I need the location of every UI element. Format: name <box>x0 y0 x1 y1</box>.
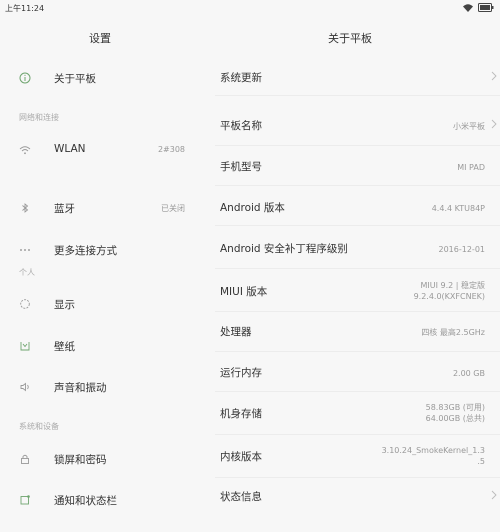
row-value: 2.00 GB <box>452 369 485 378</box>
row-value-line: .5 <box>477 457 485 466</box>
sidebar-item-label: 更多连接方式 <box>54 245 117 257</box>
sidebar-item-bluetooth[interactable]: 蓝牙 已关闭 <box>0 193 200 223</box>
row-value: 58.83GB (可用) 64.00GB (总共) <box>426 402 485 424</box>
sidebar-item-notifications[interactable]: 通知和状态栏 <box>0 485 200 515</box>
row-value-line: MIUI 9.2 | 稳定版 <box>420 281 485 290</box>
chevron-right-icon <box>491 119 497 129</box>
android-version-row: Android 版本 4.4.4 KTU84P <box>215 186 500 226</box>
sidebar-item-label: 壁纸 <box>54 341 75 353</box>
miui-version-row: MIUI 版本 MIUI 9.2 | 稳定版 9.2.4.0(KXFCNEK) <box>215 269 500 312</box>
status-info-row[interactable]: 状态信息 <box>215 478 500 518</box>
row-value: MIUI 9.2 | 稳定版 9.2.4.0(KXFCNEK) <box>414 280 485 302</box>
speaker-icon <box>20 382 29 392</box>
settings-title: 设置 <box>89 32 111 45</box>
row-label: Android 安全补丁程序级别 <box>220 243 348 255</box>
notification-icon <box>20 495 30 505</box>
sidebar-item-label: WLAN <box>54 143 86 155</box>
row-value-line: 58.83GB (可用) <box>425 403 485 412</box>
row-value: 2016-12-01 <box>438 245 486 254</box>
sidebar-item-label: 通知和状态栏 <box>54 495 117 507</box>
sidebar-item-label: 锁屏和密码 <box>54 454 107 466</box>
sidebar-item-label: 声音和振动 <box>54 382 107 394</box>
storage-row: 机身存储 58.83GB (可用) 64.00GB (总共) <box>215 392 500 435</box>
sidebar-item-label: 显示 <box>54 299 75 311</box>
bluetooth-value: 已关闭 <box>161 204 185 213</box>
row-value-line: 9.2.4.0(KXFCNEK) <box>413 292 485 301</box>
row-label: 内核版本 <box>220 451 262 463</box>
row-label: 平板名称 <box>220 120 262 132</box>
system-update-row[interactable]: 系统更新 <box>215 56 500 96</box>
sidebar-item-lockscreen[interactable]: 锁屏和密码 <box>0 444 200 474</box>
sidebar-item-sound[interactable]: 声音和振动 <box>0 372 200 402</box>
section-header-network: 网络和连接 <box>19 113 59 122</box>
bluetooth-icon <box>22 203 29 213</box>
row-value: 四核 最高2.5GHz <box>421 328 485 337</box>
wifi-icon <box>19 146 31 155</box>
status-time: 上午11:24 <box>5 4 45 13</box>
row-label: MIUI 版本 <box>220 286 268 298</box>
processor-row: 处理器 四核 最高2.5GHz <box>215 312 500 352</box>
row-value: 3.10.24_SmokeKernel_1.3 .5 <box>382 445 485 467</box>
row-label: 处理器 <box>220 326 252 338</box>
lock-icon <box>21 454 29 464</box>
device-name-row[interactable]: 平板名称 小米平板 <box>215 106 500 146</box>
chevron-right-icon <box>491 71 497 81</box>
row-label: 手机型号 <box>220 161 262 173</box>
sidebar-item-label: 关于平板 <box>54 73 96 85</box>
settings-list-pane: 设置 关于平板 网络和连接 WLAN 2#308 蓝牙 已关闭 更多连接方式 个… <box>0 18 200 532</box>
sidebar-item-display[interactable]: 显示 <box>0 289 200 319</box>
status-bar: 上午11:24 <box>0 0 500 18</box>
row-value-line: 64.00GB (总共) <box>425 414 485 423</box>
row-label: 系统更新 <box>220 72 262 84</box>
info-icon <box>19 72 31 84</box>
security-patch-row: Android 安全补丁程序级别 2016-12-01 <box>215 226 500 269</box>
sidebar-item-wallpaper[interactable]: 壁纸 <box>0 331 200 361</box>
wlan-value: 2#308 <box>157 145 185 154</box>
wallpaper-icon <box>20 342 30 351</box>
row-label: 运行内存 <box>220 367 262 379</box>
more-icon <box>20 249 30 251</box>
sidebar-item-about[interactable]: 关于平板 <box>0 63 200 93</box>
chevron-right-icon <box>491 490 497 500</box>
battery-icon <box>478 3 494 12</box>
row-value-line: 3.10.24_SmokeKernel_1.3 <box>381 446 485 455</box>
row-value: 小米平板 <box>453 122 485 131</box>
model-row: 手机型号 MI PAD <box>215 146 500 186</box>
sidebar-item-wlan[interactable]: WLAN 2#308 <box>0 135 200 165</box>
sidebar-item-label: 蓝牙 <box>54 203 75 215</box>
row-value: MI PAD <box>457 163 485 172</box>
about-title: 关于平板 <box>328 32 372 45</box>
brightness-icon <box>20 299 30 309</box>
row-label: 状态信息 <box>220 491 262 503</box>
row-label: 机身存储 <box>220 408 262 420</box>
ram-row: 运行内存 2.00 GB <box>215 352 500 392</box>
about-tablet-pane: 关于平板 系统更新 平板名称 小米平板 手机型号 MI PAD Android … <box>200 18 500 532</box>
row-label: Android 版本 <box>220 202 285 214</box>
kernel-version-row: 内核版本 3.10.24_SmokeKernel_1.3 .5 <box>215 435 500 478</box>
section-header-system: 系统和设备 <box>19 422 59 431</box>
row-value: 4.4.4 KTU84P <box>431 204 485 213</box>
section-header-personal: 个人 <box>19 268 35 277</box>
sidebar-item-more-connections[interactable]: 更多连接方式 <box>0 235 200 265</box>
wifi-icon <box>463 4 473 12</box>
